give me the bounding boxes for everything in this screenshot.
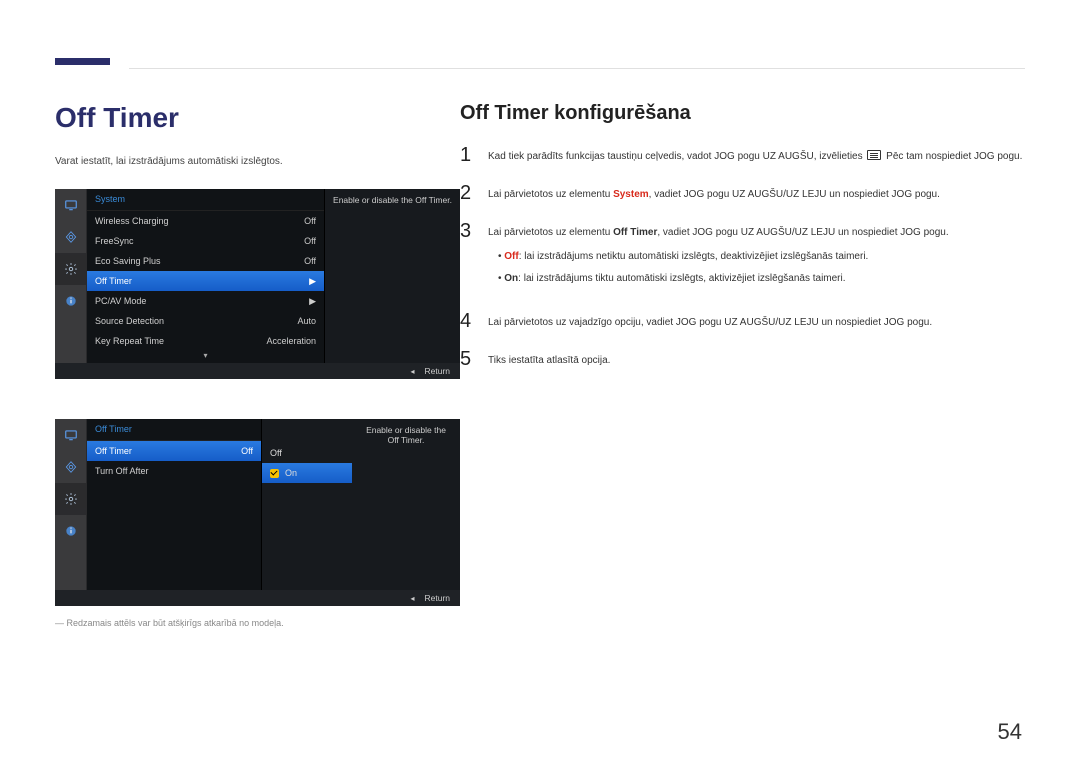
scroll-down-indicator: ▾: [87, 351, 324, 363]
osd-header: System: [87, 189, 324, 211]
submenu-off-timer[interactable]: Off TimerOff: [87, 441, 261, 461]
step-number: 2: [460, 183, 476, 203]
osd-description: Enable or disable the Off Timer.: [352, 419, 460, 590]
return-label[interactable]: Return: [424, 593, 450, 603]
menu-eco-saving[interactable]: Eco Saving PlusOff: [87, 251, 324, 271]
footnote: ― Redzamais attēls var būt atšķirīgs atk…: [55, 618, 460, 628]
settings-icon[interactable]: [55, 253, 86, 285]
osd-footer: ◂ Return: [55, 590, 460, 606]
info-icon[interactable]: [55, 285, 86, 317]
return-label[interactable]: Return: [424, 366, 450, 376]
osd-off-timer-menu: Off Timer Off TimerOff Turn Off After Of…: [55, 419, 460, 606]
chapter-bar: [55, 58, 110, 65]
step-5: 5 Tiks iestatīta atlasītā opcija.: [460, 349, 1025, 369]
left-column: Off Timer Varat iestatīt, lai izstrādāju…: [55, 102, 460, 628]
osd-submenu-list: Off Timer Off TimerOff Turn Off After: [87, 419, 262, 590]
right-column: Off Timer konfigurēšana 1 Kad tiek parād…: [460, 102, 1025, 387]
step-number: 3: [460, 221, 476, 293]
step-3: 3 Lai pārvietotos uz elementu Off Timer,…: [460, 221, 1025, 293]
page-number: 54: [998, 719, 1022, 745]
step-text: Lai pārvietotos uz elementu Off Timer, v…: [488, 221, 1025, 293]
step-text: Lai pārvietotos uz vajadzīgo opciju, vad…: [488, 311, 1025, 331]
picture-icon[interactable]: [55, 451, 86, 483]
osd-menu-list: System Wireless ChargingOff FreeSyncOff …: [87, 189, 325, 363]
bullet-list: Off: lai izstrādājums netiktu automātisk…: [498, 249, 1025, 287]
option-off[interactable]: Off: [262, 443, 352, 463]
menu-source-detection[interactable]: Source DetectionAuto: [87, 311, 324, 331]
intro-text: Varat iestatīt, lai izstrādājums automāt…: [55, 156, 460, 167]
osd-header: Off Timer: [87, 419, 261, 441]
menu-icon: [867, 150, 881, 160]
osd-system-menu: System Wireless ChargingOff FreeSyncOff …: [55, 189, 460, 379]
step-number: 4: [460, 311, 476, 331]
step-text: Lai pārvietotos uz elementu System, vadi…: [488, 183, 1025, 203]
page-title: Off Timer: [55, 102, 460, 134]
back-arrow-icon: ◂: [410, 367, 414, 376]
back-arrow-icon: ◂: [410, 594, 414, 603]
step-number: 5: [460, 349, 476, 369]
settings-icon[interactable]: [55, 483, 86, 515]
step-1: 1 Kad tiek parādīts funkcijas taustiņu c…: [460, 145, 1025, 165]
menu-pc-av-mode[interactable]: PC/AV Mode▶: [87, 291, 324, 311]
picture-icon[interactable]: [55, 221, 86, 253]
menu-off-timer[interactable]: Off Timer▶: [87, 271, 324, 291]
menu-key-repeat[interactable]: Key Repeat TimeAcceleration: [87, 331, 324, 351]
options-column: Off On: [262, 419, 352, 590]
monitor-icon[interactable]: [55, 419, 86, 451]
menu-wireless-charging[interactable]: Wireless ChargingOff: [87, 211, 324, 231]
menu-freesync[interactable]: FreeSyncOff: [87, 231, 324, 251]
osd-sidebar: [55, 419, 87, 590]
osd-description: Enable or disable the Off Timer.: [325, 189, 460, 363]
info-icon[interactable]: [55, 515, 86, 547]
osd-footer: ◂ Return: [55, 363, 460, 379]
osd-sidebar: [55, 189, 87, 363]
option-on[interactable]: On: [262, 463, 352, 483]
bullet-off: Off: lai izstrādājums netiktu automātisk…: [498, 249, 1025, 265]
step-number: 1: [460, 145, 476, 165]
step-text: Kad tiek parādīts funkcijas taustiņu ceļ…: [488, 145, 1025, 165]
step-2: 2 Lai pārvietotos uz elementu System, va…: [460, 183, 1025, 203]
divider: [129, 68, 1025, 69]
check-icon: [270, 469, 279, 478]
step-text: Tiks iestatīta atlasītā opcija.: [488, 349, 1025, 369]
monitor-icon[interactable]: [55, 189, 86, 221]
submenu-turn-off-after[interactable]: Turn Off After: [87, 461, 261, 481]
section-title: Off Timer konfigurēšana: [460, 102, 1025, 125]
bullet-on: On: lai izstrādājums tiktu automātiski i…: [498, 271, 1025, 287]
step-4: 4 Lai pārvietotos uz vajadzīgo opciju, v…: [460, 311, 1025, 331]
